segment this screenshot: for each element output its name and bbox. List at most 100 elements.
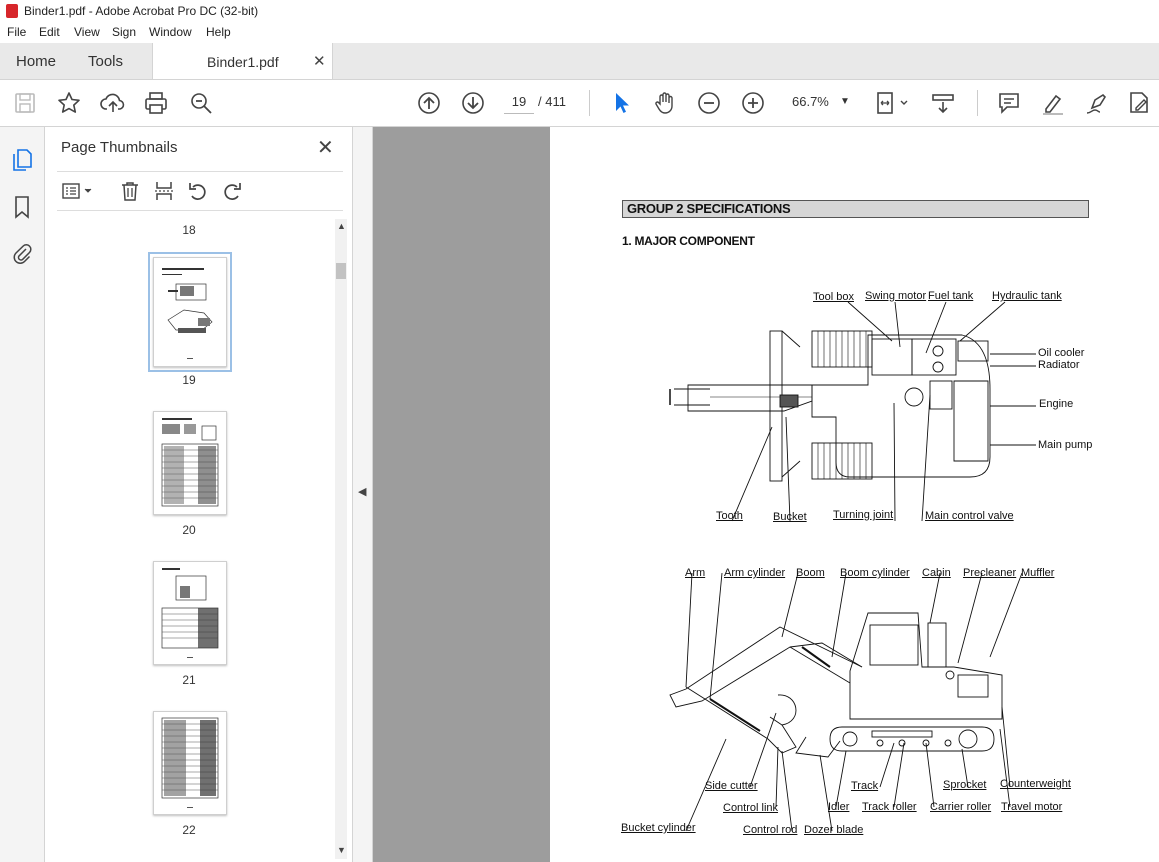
menu-bar: File Edit View Sign Window Help	[0, 22, 1159, 43]
label-cabin: Cabin	[922, 567, 951, 579]
tab-document[interactable]: Binder1.pdf ✕	[152, 43, 333, 79]
panel-title: Page Thumbnails	[61, 139, 178, 156]
rotate-clockwise-icon[interactable]	[221, 180, 243, 202]
toolbar: 19 / 411 66.7% ▼	[0, 80, 1159, 127]
document-tab-label: Binder1.pdf	[207, 54, 279, 70]
page-thumbnails-icon[interactable]	[10, 147, 34, 173]
save-icon[interactable]	[12, 90, 38, 116]
label-track-roller: Track roller	[862, 801, 917, 813]
menu-help[interactable]: Help	[206, 25, 231, 39]
select-cursor-icon[interactable]	[608, 90, 634, 116]
tab-tools[interactable]: Tools	[88, 53, 123, 70]
menu-edit[interactable]: Edit	[39, 25, 60, 39]
label-control-link: Control link	[723, 802, 779, 814]
label-travel-motor: Travel motor	[1001, 801, 1063, 813]
draw-sign-icon[interactable]	[1084, 90, 1110, 116]
label-side-cutter: Side cutter	[705, 780, 758, 792]
extract-page-icon[interactable]	[153, 180, 175, 202]
label-swing-motor: Swing motor	[865, 290, 927, 302]
label-main-control-valve: Main control valve	[925, 510, 1014, 522]
tab-home[interactable]: Home	[16, 53, 56, 70]
excavator-diagram	[669, 301, 1036, 832]
close-panel-icon[interactable]: ✕	[317, 135, 334, 160]
label-carrier-roller: Carrier roller	[930, 801, 992, 813]
tab-bar: Home Tools Binder1.pdf ✕	[0, 43, 1159, 80]
label-dozer-blade: Dozer blade	[804, 824, 864, 836]
menu-sign[interactable]: Sign	[112, 25, 136, 39]
zoom-level-value: 66.7%	[792, 94, 829, 109]
thumbnail-list: 18 19 20 21 22	[45, 213, 335, 858]
chevron-down-icon: ▼	[840, 96, 850, 107]
scroll-up-icon[interactable]: ▲	[337, 221, 346, 231]
label-idler: Idler	[828, 801, 850, 813]
menu-view[interactable]: View	[74, 25, 100, 39]
label-tooth: Tooth	[716, 510, 743, 522]
label-control-rod: Control rod	[743, 824, 798, 836]
label-arm-cylinder: Arm cylinder	[724, 567, 786, 579]
highlight-pen-icon[interactable]	[1040, 90, 1066, 116]
edit-pdf-icon[interactable]	[1126, 90, 1152, 116]
thumbnail-label: 18	[182, 223, 196, 237]
thumbnail-page-21[interactable]	[153, 561, 227, 665]
label-tool-box: Tool box	[813, 291, 854, 303]
thumbnail-options-icon[interactable]	[61, 180, 95, 202]
thumbnail-scrollbar[interactable]: ▲ ▼	[335, 219, 347, 859]
scroll-down-icon[interactable]: ▼	[337, 845, 346, 855]
print-icon[interactable]	[143, 90, 169, 116]
scroll-mode-icon[interactable]	[930, 90, 956, 116]
zoom-out-icon[interactable]	[696, 90, 722, 116]
label-muffler: Muffler	[1021, 567, 1055, 579]
label-engine: Engine	[1039, 398, 1074, 410]
attachment-icon[interactable]	[12, 241, 32, 265]
bookmark-icon[interactable]	[12, 195, 32, 219]
label-boom-cylinder: Boom cylinder	[840, 567, 910, 579]
thumbnail-label: 19	[182, 373, 196, 387]
page-fit-icon[interactable]	[874, 90, 914, 116]
upload-cloud-icon[interactable]	[100, 90, 126, 116]
delete-page-icon[interactable]	[119, 180, 141, 202]
zoom-in-icon[interactable]	[740, 90, 766, 116]
thumbnail-page-20[interactable]	[153, 411, 227, 515]
label-counterweight: Counterweight	[1000, 778, 1071, 790]
label-boom: Boom	[796, 567, 825, 579]
label-bucket: Bucket	[773, 511, 807, 523]
rotate-counterclockwise-icon[interactable]	[187, 180, 209, 202]
zoom-level-select[interactable]: 66.7% ▼	[784, 91, 854, 113]
menu-window[interactable]: Window	[149, 25, 192, 39]
page-number-input[interactable]: 19	[504, 91, 534, 114]
toolbar-divider	[977, 90, 978, 116]
label-main-pump: Main pump	[1038, 439, 1093, 451]
label-track: Track	[851, 780, 879, 792]
thumbnail-toolbar	[57, 171, 343, 211]
thumbnail-label: 21	[182, 673, 196, 687]
comment-icon[interactable]	[996, 90, 1022, 116]
page-thumbnails-panel: Page Thumbnails ✕ 18 19 20 21 22 ▲ ▼	[45, 127, 353, 862]
label-fuel-tank: Fuel tank	[928, 290, 974, 302]
label-sprocket: Sprocket	[943, 779, 987, 791]
thumbnail-label: 22	[182, 823, 196, 837]
toolbar-divider	[589, 90, 590, 116]
star-icon[interactable]	[56, 90, 82, 116]
label-precleaner: Precleaner	[963, 567, 1017, 579]
scrollbar-thumb[interactable]	[336, 263, 346, 279]
thumbnail-page-22[interactable]	[153, 711, 227, 815]
previous-page-icon[interactable]	[416, 90, 442, 116]
pdf-page[interactable]: GROUP 2 SPECIFICATIONS 1. MAJOR COMPONEN…	[550, 127, 1159, 862]
label-bucket-cylinder: Bucket cylinder	[621, 822, 696, 834]
title-bar: Binder1.pdf - Adobe Acrobat Pro DC (32-b…	[0, 0, 1159, 22]
label-hydraulic-tank: Hydraulic tank	[992, 290, 1062, 302]
thumbnail-label: 20	[182, 523, 196, 537]
left-navigation-rail	[0, 127, 45, 862]
next-page-icon[interactable]	[460, 90, 486, 116]
label-oil-cooler: Oil cooler	[1038, 347, 1085, 359]
hand-tool-icon[interactable]	[652, 90, 678, 116]
label-turning-joint: Turning joint	[833, 509, 894, 521]
close-tab-icon[interactable]: ✕	[313, 52, 326, 70]
label-arm: Arm	[685, 567, 706, 579]
thumbnail-page-19[interactable]	[148, 252, 232, 372]
collapse-panel-icon[interactable]: ◀	[358, 485, 366, 498]
menu-file[interactable]: File	[7, 25, 26, 39]
panel-splitter[interactable]: ◀	[353, 127, 373, 862]
zoom-search-icon[interactable]	[188, 90, 214, 116]
acrobat-app-icon	[6, 4, 18, 18]
